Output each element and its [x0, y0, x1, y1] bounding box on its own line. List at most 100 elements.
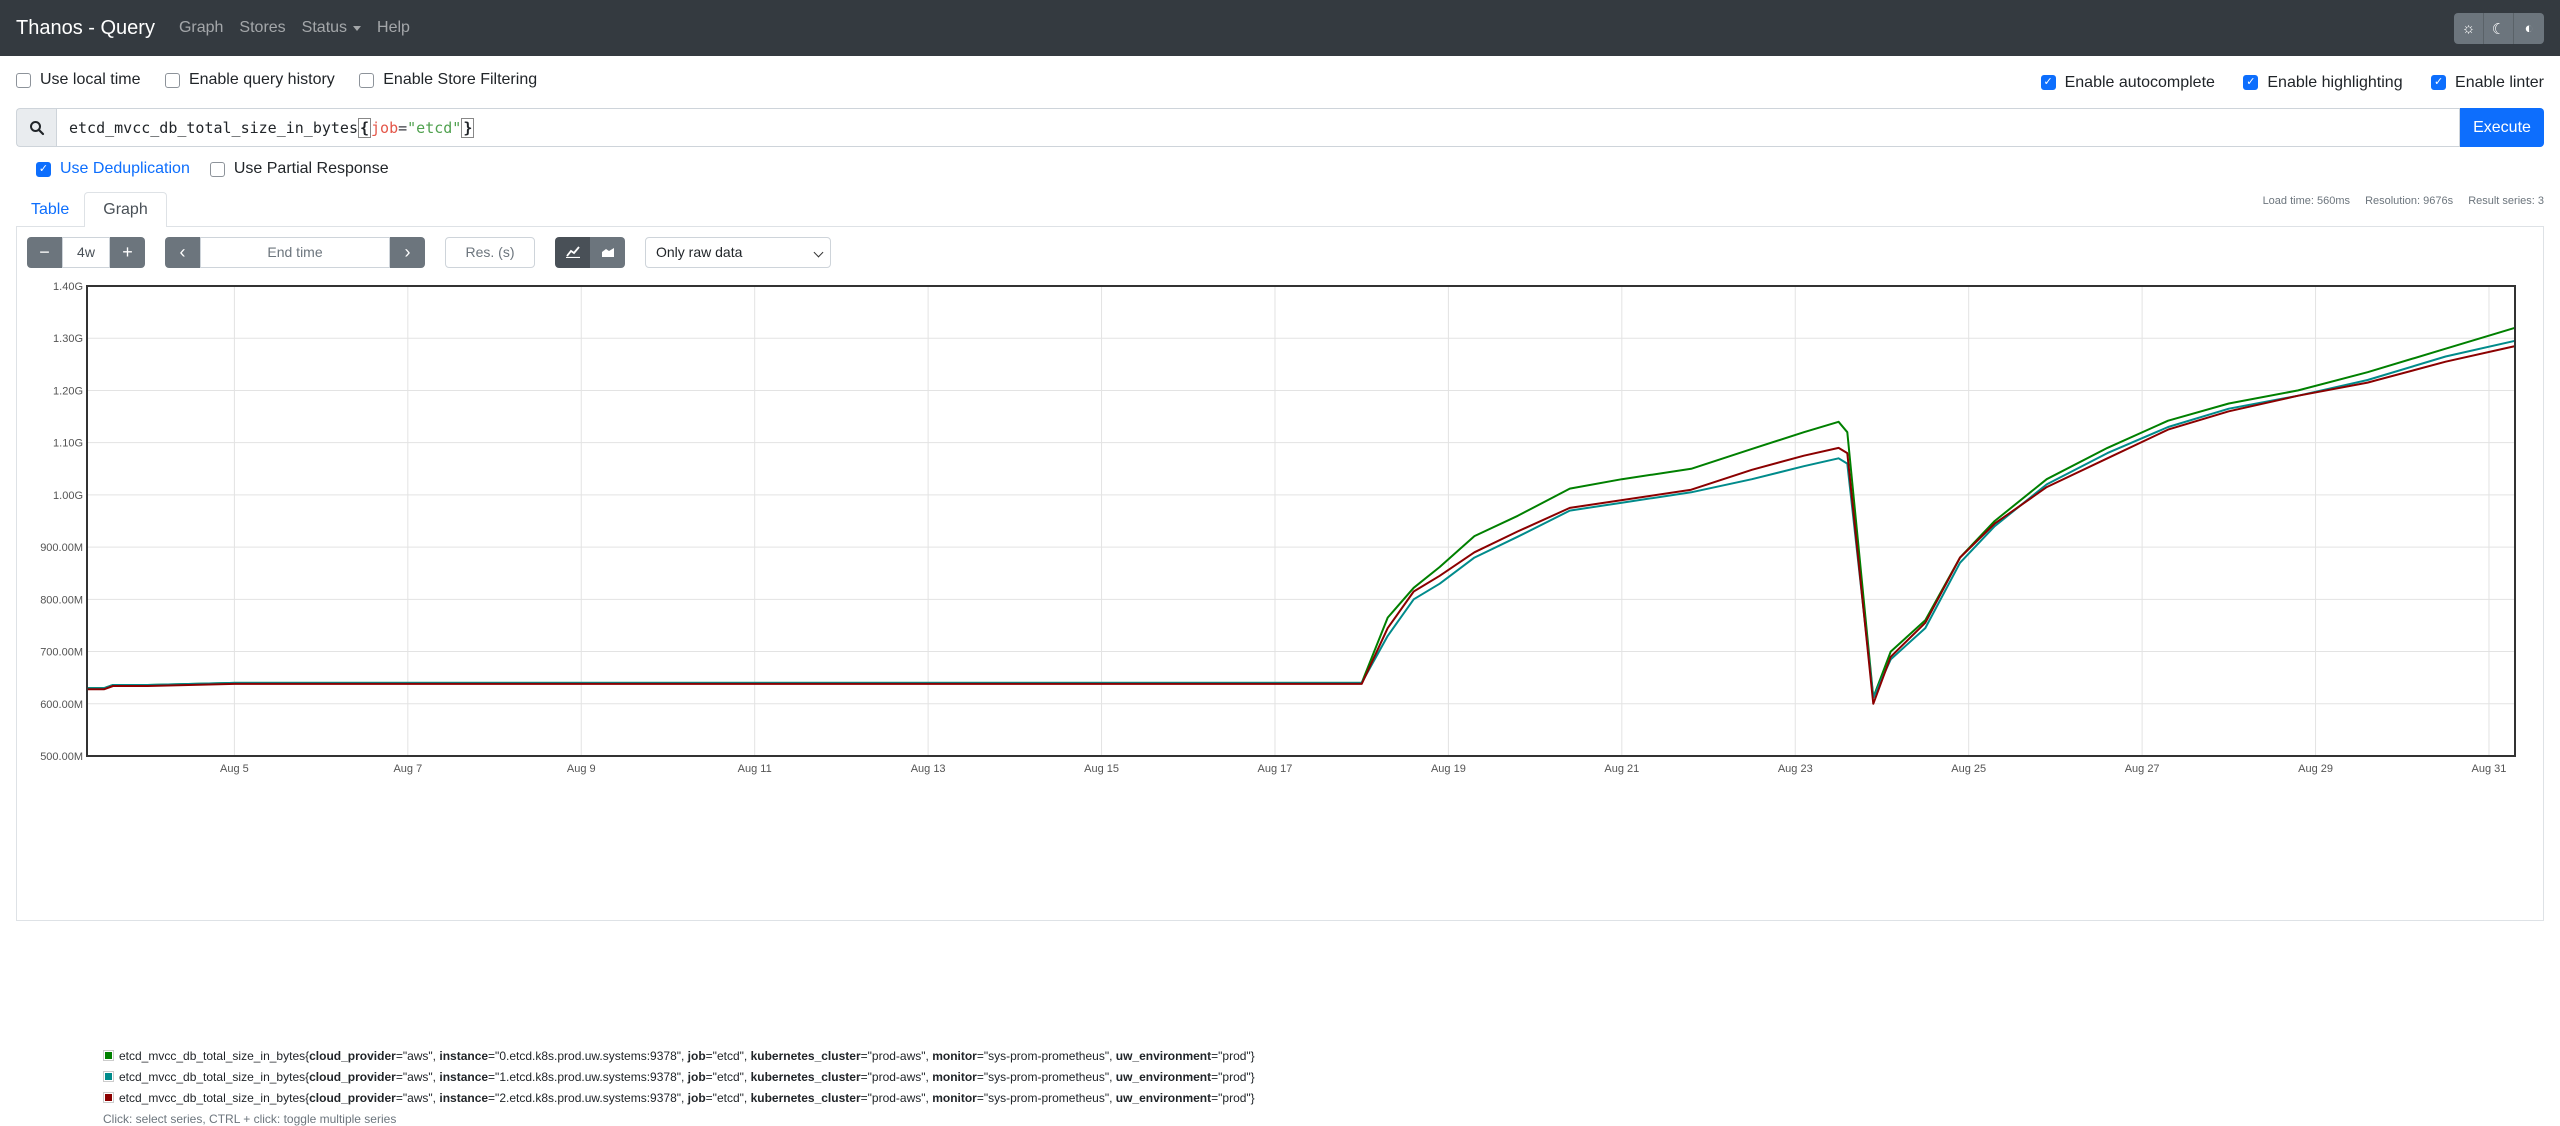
query-stats: Load time: 560ms Resolution: 9676s Resul…	[2251, 195, 2544, 207]
downsampling-select[interactable]: Only raw data	[645, 236, 831, 268]
legend-swatch	[103, 1092, 114, 1103]
downsampling-select-value: Only raw data	[656, 244, 743, 260]
enable-store-filtering-checkbox[interactable]	[359, 72, 375, 88]
brand-title[interactable]: Thanos - Query	[16, 17, 155, 40]
resolution-input[interactable]: Res. (s)	[445, 236, 535, 268]
nav-graph[interactable]: Graph	[179, 19, 223, 37]
x-tick-label: Aug 23	[1778, 763, 1813, 775]
use-deduplication-checkbox[interactable]	[36, 161, 51, 177]
legend-swatch	[103, 1071, 114, 1082]
increase-range-button[interactable]: +	[110, 236, 145, 268]
area-chart-icon	[601, 248, 614, 257]
legend-item[interactable]: etcd_mvcc_db_total_size_in_bytes{cloud_p…	[103, 1087, 1255, 1108]
line-chart-button[interactable]	[555, 236, 590, 268]
nav-stores[interactable]: Stores	[239, 19, 285, 37]
result-series-stat: Result series: 3	[2468, 195, 2544, 207]
y-tick-label: 1.20G	[53, 385, 83, 397]
enable-query-history-option[interactable]: Enable query history	[164, 71, 335, 89]
query-close-brace: }	[461, 117, 475, 138]
use-partial-response-option[interactable]: Use Partial Response	[209, 160, 389, 178]
sun-icon[interactable]: ☼	[2454, 13, 2484, 44]
enable-autocomplete-label: Enable autocomplete	[2064, 73, 2215, 91]
enable-highlighting-option[interactable]: Enable highlighting	[2243, 73, 2403, 92]
use-local-time-label: Use local time	[40, 71, 141, 89]
series-line-1	[87, 339, 2516, 699]
enable-store-filtering-label: Enable Store Filtering	[383, 71, 538, 89]
query-label-value: "etcd"	[407, 118, 462, 137]
chart-mode-group	[555, 236, 625, 268]
query-row: etcd_mvcc_db_total_size_in_bytes{job = "et…	[16, 108, 2544, 147]
metrics-graph[interactable]: 500.00M 600.00M 700.00M 800.00M 900.00M 1.00G…	[17, 277, 2547, 795]
enable-highlighting-label: Enable highlighting	[2267, 73, 2403, 91]
contrast-icon[interactable]: ◐	[2514, 13, 2544, 44]
graph-panel: − 4w + ‹ End time › Res. (s) Only raw da…	[16, 227, 2547, 1126]
nav-help[interactable]: Help	[377, 19, 410, 37]
end-time-group: ‹ End time ›	[165, 236, 425, 268]
query-label-name: job	[371, 118, 399, 137]
enable-autocomplete-checkbox[interactable]	[2040, 75, 2056, 91]
use-partial-response-checkbox[interactable]	[209, 161, 225, 177]
legend-series-label: etcd_mvcc_db_total_size_in_bytes{cloud_p…	[119, 1048, 1255, 1063]
stacked-chart-button[interactable]	[590, 236, 625, 268]
x-tick-label: Aug 17	[1258, 763, 1293, 775]
x-tick-label: Aug 5	[220, 763, 249, 775]
enable-store-filtering-option[interactable]: Enable Store Filtering	[359, 71, 537, 89]
y-tick-label: 500.00M	[40, 751, 83, 763]
enable-linter-option[interactable]: Enable linter	[2431, 74, 2544, 92]
enable-query-history-checkbox[interactable]	[164, 72, 180, 88]
y-tick-label: 1.40G	[53, 281, 83, 293]
legend-hint: Click: select series, CTRL + click: togg…	[103, 1112, 397, 1126]
enable-linter-checkbox[interactable]	[2431, 75, 2447, 91]
legend-swatch	[103, 1050, 114, 1061]
enable-autocomplete-option[interactable]: Enable autocomplete	[2040, 73, 2215, 92]
use-local-time-option[interactable]: Use local time	[16, 71, 140, 89]
chevron-down-icon	[813, 247, 824, 257]
query-expression-input[interactable]: etcd_mvcc_db_total_size_in_bytes{job = "et…	[56, 108, 2460, 147]
nav-status[interactable]: Status	[301, 19, 362, 37]
options-row: Use local time Enable query history Enab…	[16, 56, 2544, 108]
use-local-time-checkbox[interactable]	[16, 72, 31, 88]
enable-query-history-label: Enable query history	[188, 71, 335, 89]
series-line-2	[87, 345, 2516, 705]
decrease-range-button[interactable]: −	[27, 236, 62, 268]
y-tick-label: 1.10G	[53, 438, 83, 450]
search-icon	[16, 108, 56, 147]
use-deduplication-option[interactable]: Use Deduplication	[36, 160, 190, 178]
nav-status-label: Status	[301, 19, 348, 36]
legend-item[interactable]: etcd_mvcc_db_total_size_in_bytes{cloud_p…	[103, 1066, 1255, 1087]
x-tick-label: Aug 31	[2472, 763, 2507, 775]
top-navbar: Thanos - Query Graph Stores Status Help …	[0, 0, 2560, 56]
enable-highlighting-checkbox[interactable]	[2243, 75, 2259, 91]
query-open-brace: {	[357, 117, 372, 138]
resolution-stat: Resolution: 9676s	[2365, 195, 2454, 207]
legend-series-label: etcd_mvcc_db_total_size_in_bytes{cloud_p…	[119, 1090, 1255, 1105]
x-tick-label: Aug 7	[393, 763, 422, 775]
y-tick-label: 700.00M	[40, 647, 83, 659]
previous-time-button[interactable]: ‹	[165, 236, 200, 268]
dedup-row: Use Deduplication Use Partial Response	[16, 147, 2544, 191]
legend-series-label: etcd_mvcc_db_total_size_in_bytes{cloud_p…	[119, 1069, 1255, 1084]
range-input[interactable]: 4w	[62, 236, 110, 268]
x-tick-label: Aug 15	[1084, 763, 1119, 775]
y-tick-label: 1.00G	[53, 490, 83, 502]
tab-table[interactable]: Table	[16, 192, 84, 227]
x-tick-label: Aug 11	[738, 763, 772, 775]
chevron-right-icon: ›	[404, 241, 411, 262]
x-tick-label: Aug 27	[2125, 763, 2160, 775]
y-tick-label: 600.00M	[40, 699, 83, 711]
y-tick-label: 900.00M	[40, 542, 83, 554]
query-metric: etcd_mvcc_db_total_size_in_bytes	[69, 118, 358, 137]
end-time-input[interactable]: End time	[200, 236, 390, 268]
moon-icon[interactable]: ☾	[2484, 13, 2514, 44]
x-tick-label: Aug 19	[1431, 763, 1466, 775]
graph-legend: etcd_mvcc_db_total_size_in_bytes{cloud_p…	[103, 1045, 1255, 1126]
next-time-button[interactable]: ›	[390, 236, 425, 268]
chevron-left-icon: ‹	[179, 241, 186, 262]
tab-graph[interactable]: Graph	[84, 192, 167, 227]
legend-item[interactable]: etcd_mvcc_db_total_size_in_bytes{cloud_p…	[103, 1045, 1255, 1066]
y-tick-label: 800.00M	[40, 594, 83, 606]
x-tick-label: Aug 25	[1951, 763, 1986, 775]
use-deduplication-label: Use Deduplication	[60, 160, 190, 177]
graph-controls: − 4w + ‹ End time › Res. (s) Only raw da…	[27, 227, 2533, 277]
execute-button[interactable]: Execute	[2460, 108, 2544, 147]
